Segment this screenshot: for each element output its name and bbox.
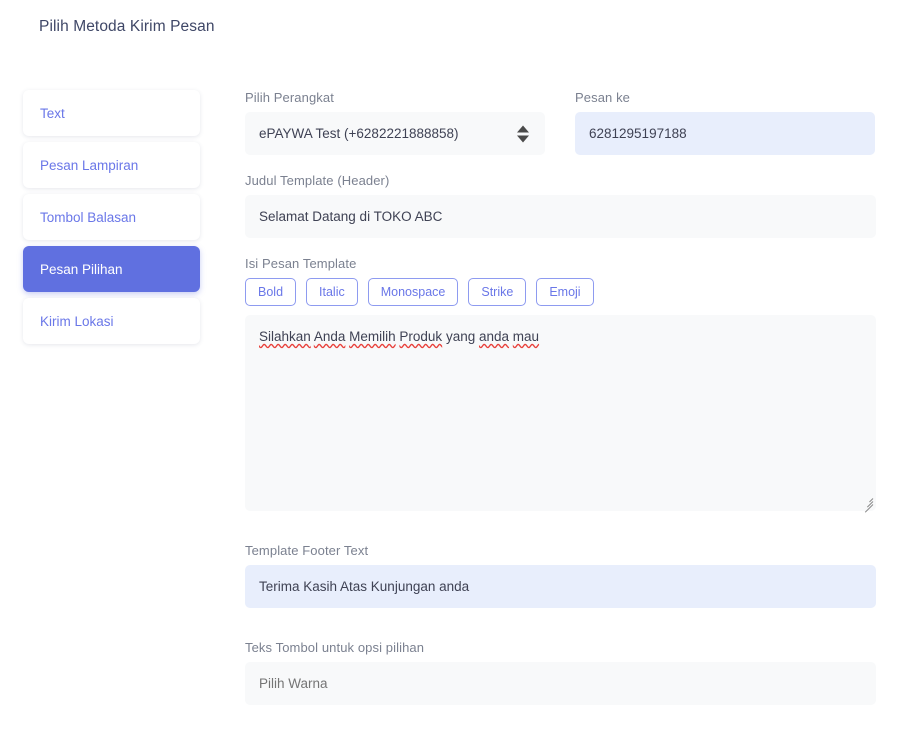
- device-select-value: ePAYWA Test (+6282221888858): [259, 126, 459, 141]
- sidebar-item-text[interactable]: Text: [23, 90, 200, 136]
- template-header-input[interactable]: [245, 195, 876, 238]
- recipient-input[interactable]: [575, 112, 875, 155]
- page-title: Pilih Metoda Kirim Pesan: [39, 18, 215, 35]
- strike-button[interactable]: Strike: [468, 278, 527, 306]
- monospace-button[interactable]: Monospace: [367, 278, 459, 306]
- template-header-field: Judul Template (Header): [245, 173, 876, 238]
- recipient-label: Pesan ke: [575, 90, 631, 105]
- emoji-button[interactable]: Emoji: [536, 278, 594, 306]
- option-button-text-input[interactable]: [245, 662, 876, 705]
- template-header-label: Judul Template (Header): [245, 173, 390, 188]
- italic-button[interactable]: Italic: [306, 278, 358, 306]
- template-footer-label: Template Footer Text: [245, 543, 369, 558]
- message-template-form: Pilih Perangkat ePAYWA Test (+6282221888…: [245, 90, 876, 723]
- sidebar-item-pesan-lampiran[interactable]: Pesan Lampiran: [23, 142, 200, 188]
- option-button-text-label: Teks Tombol untuk opsi pilihan: [245, 640, 425, 655]
- template-body-label: Isi Pesan Template: [245, 256, 357, 271]
- method-sidebar: Text Pesan Lampiran Tombol Balasan Pesan…: [23, 90, 200, 350]
- sidebar-item-label: Kirim Lokasi: [40, 313, 114, 329]
- template-body-textarea[interactable]: Silahkan Anda Memilih Produk yang anda m…: [245, 315, 876, 511]
- device-select-wrapper[interactable]: ePAYWA Test (+6282221888858): [245, 112, 545, 155]
- sidebar-item-label: Tombol Balasan: [40, 209, 137, 225]
- top-fields-row: Pilih Perangkat ePAYWA Test (+6282221888…: [245, 90, 876, 173]
- sidebar-item-label: Pesan Pilihan: [40, 261, 123, 277]
- template-footer-field: Template Footer Text: [245, 543, 876, 608]
- template-body-field: Isi Pesan Template Bold Italic Monospace…: [245, 256, 876, 513]
- sidebar-item-label: Pesan Lampiran: [40, 157, 139, 173]
- sidebar-item-pesan-pilihan[interactable]: Pesan Pilihan: [23, 246, 200, 292]
- sidebar-item-label: Text: [40, 105, 65, 121]
- format-toolbar: Bold Italic Monospace Strike Emoji: [245, 278, 876, 306]
- device-select[interactable]: ePAYWA Test (+6282221888858): [245, 112, 545, 155]
- device-field: Pilih Perangkat ePAYWA Test (+6282221888…: [245, 90, 545, 155]
- option-button-text-field: Teks Tombol untuk opsi pilihan: [245, 640, 876, 705]
- sidebar-item-tombol-balasan[interactable]: Tombol Balasan: [23, 194, 200, 240]
- bold-button[interactable]: Bold: [245, 278, 297, 306]
- template-body-textarea-wrapper: Silahkan Anda Memilih Produk yang anda m…: [245, 315, 876, 513]
- sidebar-item-kirim-lokasi[interactable]: Kirim Lokasi: [23, 298, 200, 344]
- recipient-field: Pesan ke: [575, 90, 875, 155]
- template-footer-input[interactable]: [245, 565, 876, 608]
- device-label: Pilih Perangkat: [245, 90, 334, 105]
